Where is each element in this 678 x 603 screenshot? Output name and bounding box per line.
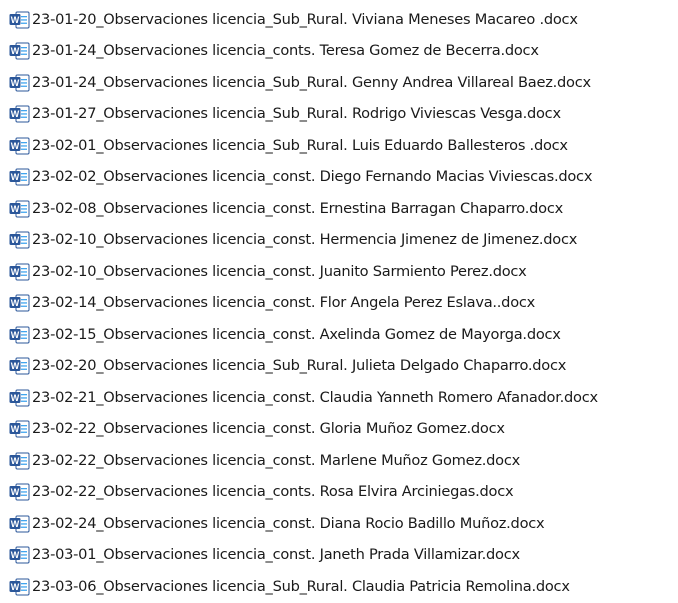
file-item[interactable]: W 23-01-24_Observaciones licencia_conts.… bbox=[0, 36, 678, 68]
file-list: W 23-01-20_Observaciones licencia_Sub_Ru… bbox=[0, 0, 678, 603]
word-letter-glyph: W bbox=[11, 15, 20, 25]
word-letter-glyph: W bbox=[11, 267, 20, 277]
file-name: 23-02-22_Observaciones licencia_const. M… bbox=[32, 451, 520, 469]
word-document-icon: W bbox=[9, 105, 30, 123]
file-item[interactable]: W 23-02-02_Observaciones licencia_const.… bbox=[0, 162, 678, 194]
file-name: 23-02-20_Observaciones licencia_Sub_Rura… bbox=[32, 357, 567, 375]
word-document-icon: W bbox=[9, 168, 30, 186]
file-name: 23-01-27_Observaciones licencia_Sub_Rura… bbox=[32, 105, 561, 123]
file-item[interactable]: W 23-01-27_Observaciones licencia_Sub_Ru… bbox=[0, 99, 678, 131]
file-item[interactable]: W 23-02-24_Observaciones licencia_const.… bbox=[0, 508, 678, 540]
file-name: 23-02-22_Observaciones licencia_const. G… bbox=[32, 420, 505, 438]
word-letter-glyph: W bbox=[11, 330, 20, 340]
file-name: 23-02-21_Observaciones licencia_const. C… bbox=[32, 388, 598, 406]
file-name: 23-03-01_Observaciones licencia_const. J… bbox=[32, 546, 520, 564]
file-item[interactable]: W 23-02-21_Observaciones licencia_const.… bbox=[0, 382, 678, 414]
word-document-icon: W bbox=[9, 231, 30, 249]
word-letter-glyph: W bbox=[11, 456, 20, 466]
word-letter-glyph: W bbox=[11, 582, 20, 592]
file-name: 23-02-10_Observaciones licencia_const. J… bbox=[32, 262, 527, 280]
file-item[interactable]: W 23-02-20_Observaciones licencia_Sub_Ru… bbox=[0, 351, 678, 383]
word-document-icon: W bbox=[9, 357, 30, 375]
word-letter-glyph: W bbox=[11, 46, 20, 56]
file-item[interactable]: W 23-02-08_Observaciones licencia_const.… bbox=[0, 193, 678, 225]
word-document-icon: W bbox=[9, 515, 30, 533]
file-name: 23-02-01_Observaciones licencia_Sub_Rura… bbox=[32, 136, 568, 154]
word-letter-glyph: W bbox=[11, 172, 20, 182]
word-document-icon: W bbox=[9, 74, 30, 92]
word-document-icon: W bbox=[9, 578, 30, 596]
file-item[interactable]: W 23-03-06_Observaciones licencia_Sub_Ru… bbox=[0, 571, 678, 603]
word-document-icon: W bbox=[9, 452, 30, 470]
file-item[interactable]: W 23-02-22_Observaciones licencia_const.… bbox=[0, 445, 678, 477]
word-document-icon: W bbox=[9, 137, 30, 155]
word-document-icon: W bbox=[9, 483, 30, 501]
file-item[interactable]: W 23-02-14_Observaciones licencia_const.… bbox=[0, 288, 678, 320]
file-name: 23-02-10_Observaciones licencia_const. H… bbox=[32, 231, 578, 249]
word-letter-glyph: W bbox=[11, 519, 20, 529]
word-letter-glyph: W bbox=[11, 204, 20, 214]
file-name: 23-01-20_Observaciones licencia_Sub_Rura… bbox=[32, 10, 578, 28]
file-item[interactable]: W 23-02-10_Observaciones licencia_const.… bbox=[0, 256, 678, 288]
word-letter-glyph: W bbox=[11, 235, 20, 245]
file-name: 23-02-08_Observaciones licencia_const. E… bbox=[32, 199, 563, 217]
word-document-icon: W bbox=[9, 389, 30, 407]
file-item[interactable]: W 23-02-22_Observaciones licencia_const.… bbox=[0, 414, 678, 446]
file-item[interactable]: W 23-02-10_Observaciones licencia_const.… bbox=[0, 225, 678, 257]
word-letter-glyph: W bbox=[11, 298, 20, 308]
word-letter-glyph: W bbox=[11, 487, 20, 497]
file-item[interactable]: W 23-01-20_Observaciones licencia_Sub_Ru… bbox=[0, 4, 678, 36]
word-letter-glyph: W bbox=[11, 141, 20, 151]
file-name: 23-01-24_Observaciones licencia_Sub_Rura… bbox=[32, 73, 591, 91]
word-document-icon: W bbox=[9, 326, 30, 344]
file-name: 23-02-24_Observaciones licencia_const. D… bbox=[32, 514, 545, 532]
word-document-icon: W bbox=[9, 294, 30, 312]
file-item[interactable]: W 23-02-22_Observaciones licencia_conts.… bbox=[0, 477, 678, 509]
file-item[interactable]: W 23-01-24_Observaciones licencia_Sub_Ru… bbox=[0, 67, 678, 99]
file-item[interactable]: W 23-02-01_Observaciones licencia_Sub_Ru… bbox=[0, 130, 678, 162]
word-document-icon: W bbox=[9, 546, 30, 564]
word-letter-glyph: W bbox=[11, 424, 20, 434]
word-letter-glyph: W bbox=[11, 550, 20, 560]
file-name: 23-01-24_Observaciones licencia_conts. T… bbox=[32, 42, 539, 60]
word-letter-glyph: W bbox=[11, 393, 20, 403]
word-document-icon: W bbox=[9, 42, 30, 60]
file-name: 23-02-14_Observaciones licencia_const. F… bbox=[32, 294, 536, 312]
word-document-icon: W bbox=[9, 200, 30, 218]
word-letter-glyph: W bbox=[11, 78, 20, 88]
file-item[interactable]: W 23-02-15_Observaciones licencia_const.… bbox=[0, 319, 678, 351]
word-letter-glyph: W bbox=[11, 361, 20, 371]
word-letter-glyph: W bbox=[11, 109, 20, 119]
file-name: 23-02-15_Observaciones licencia_const. A… bbox=[32, 325, 561, 343]
file-item[interactable]: W 23-03-01_Observaciones licencia_const.… bbox=[0, 540, 678, 572]
file-name: 23-02-02_Observaciones licencia_const. D… bbox=[32, 168, 593, 186]
word-document-icon: W bbox=[9, 420, 30, 438]
word-document-icon: W bbox=[9, 263, 30, 281]
file-name: 23-02-22_Observaciones licencia_conts. R… bbox=[32, 483, 514, 501]
word-document-icon: W bbox=[9, 11, 30, 29]
file-name: 23-03-06_Observaciones licencia_Sub_Rura… bbox=[32, 577, 570, 595]
